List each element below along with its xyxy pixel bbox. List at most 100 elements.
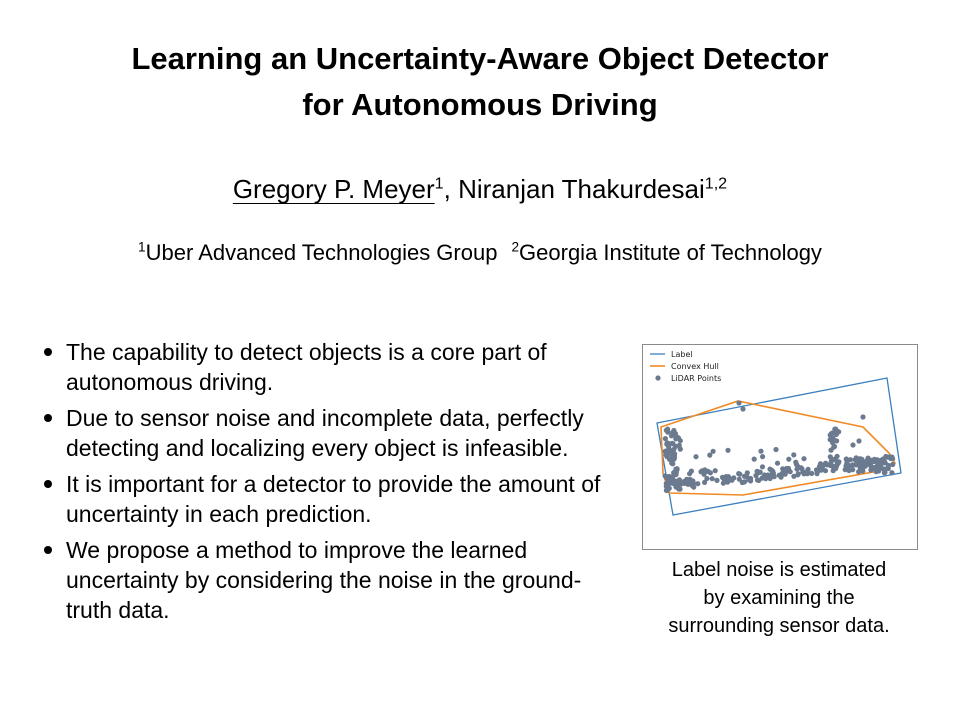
- lidar-point: [707, 452, 713, 458]
- bullet-text: It is important for a detector to provid…: [66, 471, 601, 527]
- lidar-point: [757, 469, 763, 475]
- lidar-point: [670, 476, 676, 482]
- author-list: Gregory P. Meyer1, Niranjan Thakurdesai1…: [0, 172, 960, 206]
- lidar-point: [740, 479, 746, 485]
- lidar-point: [860, 468, 866, 474]
- lidar-point: [759, 464, 766, 470]
- lidar-point: [830, 430, 836, 436]
- second-author-affil-mark: 1,2: [704, 174, 728, 193]
- lidar-point: [709, 476, 715, 482]
- first-author-name: Gregory P. Meyer: [232, 174, 435, 204]
- lidar-point: [740, 406, 746, 412]
- lidar-point: [737, 471, 743, 477]
- bullet-list: The capability to detect objects is a co…: [42, 337, 622, 631]
- bullet-dot-icon: [44, 546, 52, 554]
- bullet-item: The capability to detect objects is a co…: [42, 337, 622, 397]
- lidar-point: [856, 438, 862, 444]
- legend-hull-text: Convex Hull: [671, 362, 719, 371]
- lidar-point: [766, 475, 773, 481]
- lidar-point: [773, 446, 779, 453]
- lidar-point: [712, 468, 718, 474]
- lidar-point: [846, 467, 852, 474]
- lidar-point: [889, 454, 895, 460]
- lidar-point: [748, 478, 754, 484]
- title-line-2: for Autonomous Driving: [302, 87, 658, 122]
- affil-2-mark: 2: [511, 239, 520, 255]
- lidar-point: [693, 454, 699, 460]
- lidar-point: [801, 456, 807, 462]
- lidar-point: [872, 456, 878, 462]
- caption-line-2: by examining the: [703, 587, 855, 609]
- lidar-point: [690, 480, 696, 486]
- lidar-point: [741, 473, 748, 479]
- lidar-point: [771, 474, 777, 480]
- bullet-item: It is important for a detector to provid…: [42, 469, 622, 529]
- first-author-affil-mark: 1: [434, 174, 444, 193]
- bullet-item: Due to sensor noise and incomplete data,…: [42, 403, 622, 463]
- lidar-point: [869, 466, 875, 472]
- lidar-point: [823, 460, 829, 466]
- lidar-point: [714, 477, 720, 483]
- lidar-point: [830, 468, 836, 474]
- lidar-point: [833, 456, 839, 462]
- lidar-point: [829, 463, 835, 469]
- lidar-point: [676, 442, 682, 448]
- lidar-point: [783, 467, 789, 473]
- lidar-point: [668, 433, 675, 439]
- lidar-point: [793, 459, 799, 465]
- second-author-name: Niranjan Thakurdesai: [458, 174, 705, 204]
- lidar-point: [720, 480, 726, 486]
- lidar-point: [725, 447, 731, 453]
- lidar-point: [850, 442, 856, 448]
- bullet-dot-icon: [44, 348, 52, 356]
- lidar-point: [736, 400, 742, 406]
- lidar-point: [830, 440, 836, 446]
- lidar-point: [662, 473, 668, 479]
- lidar-point: [889, 470, 895, 476]
- lidar-point: [670, 452, 676, 458]
- slide-title: Learning an Uncertainty-Aware Object Det…: [0, 36, 960, 128]
- lidar-point: [767, 466, 773, 472]
- lidar-point: [665, 426, 671, 432]
- lidar-point: [760, 454, 766, 460]
- lidar-point: [685, 479, 691, 485]
- lidar-point: [852, 462, 858, 468]
- lidar-point: [795, 471, 801, 477]
- lidar-point: [736, 476, 742, 482]
- lidar-figure: Label Convex Hull LiDAR Points: [642, 344, 918, 550]
- affil-2-name: Georgia Institute of Technology: [519, 240, 822, 265]
- lidar-point: [662, 436, 668, 442]
- legend-points-text: LiDAR Points: [671, 374, 721, 383]
- lidar-point: [804, 471, 810, 477]
- lidar-point: [666, 444, 672, 450]
- lidar-plot: Label Convex Hull LiDAR Points: [650, 350, 902, 516]
- bullet-text: Due to sensor noise and incomplete data,…: [66, 405, 584, 461]
- lidar-point: [791, 473, 797, 479]
- lidar-point: [885, 465, 891, 472]
- lidar-point: [814, 471, 820, 477]
- lidar-point: [754, 477, 761, 483]
- bullet-dot-icon: [44, 480, 52, 488]
- lidar-point: [860, 414, 866, 420]
- lidar-point: [798, 465, 804, 471]
- lidar-point: [818, 467, 824, 473]
- bullet-dot-icon: [44, 414, 52, 422]
- caption-line-1: Label noise is estimated: [671, 559, 887, 581]
- figure-caption: Label noise is estimated by examining th…: [630, 556, 928, 640]
- lidar-point: [723, 474, 729, 480]
- lidar-point: [751, 456, 757, 462]
- lidar-point: [786, 456, 792, 462]
- lidar-point: [666, 456, 673, 462]
- lidar-point: [853, 455, 859, 461]
- affil-1-name: Uber Advanced Technologies Group: [145, 240, 498, 265]
- title-line-1: Learning an Uncertainty-Aware Object Det…: [131, 41, 829, 76]
- legend-label-text: Label: [671, 350, 693, 359]
- lidar-point: [673, 483, 679, 489]
- lidar-point: [845, 457, 851, 463]
- lidar-point: [671, 472, 677, 478]
- lidar-point: [702, 479, 708, 485]
- lidar-point: [791, 452, 797, 458]
- affiliations: 1Uber Advanced Technologies Group 2Georgi…: [0, 238, 960, 268]
- lidar-point: [758, 448, 764, 454]
- legend-points-swatch: [655, 375, 661, 381]
